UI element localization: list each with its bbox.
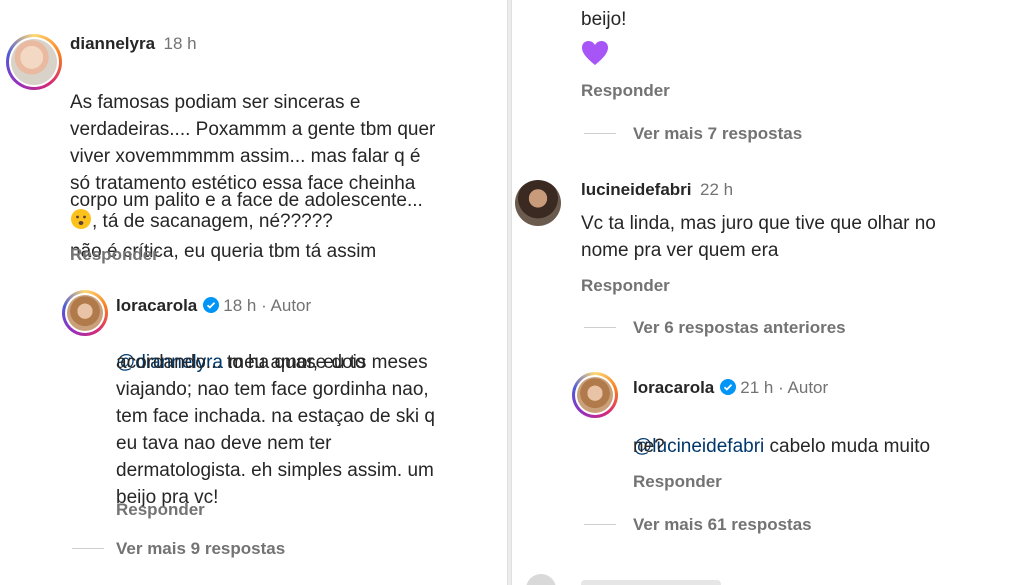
thread-divider: [584, 524, 616, 525]
avatar-lucineidefabri[interactable]: [515, 180, 561, 226]
purple-heart-emoji-icon: [581, 40, 609, 71]
username[interactable]: lucineidefabri: [581, 180, 692, 199]
view-more-replies-link[interactable]: Ver mais 9 respostas: [116, 539, 285, 559]
comment-header: diannelyra 18 h: [70, 34, 197, 54]
avatar-loracarola[interactable]: [572, 372, 618, 418]
reply-button[interactable]: Responder: [581, 276, 670, 296]
reply-button[interactable]: Responder: [581, 81, 670, 101]
right-comment-panel: beijo! Responder Ver mais 7 respostas lu…: [512, 0, 1024, 585]
reply-button[interactable]: Responder: [116, 500, 205, 520]
reply-button[interactable]: Responder: [70, 245, 159, 265]
timestamp: 21 h: [740, 378, 774, 397]
view-more-replies-link[interactable]: Ver mais 7 respostas: [633, 124, 802, 144]
verified-badge-icon: [203, 297, 220, 313]
username[interactable]: loracarola: [116, 296, 197, 315]
timestamp: 18 h: [223, 296, 257, 315]
comment-header: lucineidefabri 22 h: [581, 180, 733, 200]
username[interactable]: diannelyra: [70, 34, 155, 53]
thread-divider: [584, 133, 616, 134]
author-tag: Autor: [270, 296, 312, 315]
avatar-loracarola[interactable]: [62, 290, 108, 336]
username[interactable]: loracarola: [633, 378, 714, 397]
verified-badge-icon: [720, 379, 737, 395]
avatar-next-comment[interactable]: [526, 574, 556, 585]
reply-text-rest: ne?: [633, 436, 665, 457]
timestamp: 18 h: [163, 34, 197, 53]
separator-dot: ·: [773, 378, 788, 397]
reply-header: loracarola 21 h · Autor: [633, 378, 828, 398]
thread-divider: [72, 548, 104, 549]
view-more-replies-link[interactable]: Ver mais 61 respostas: [633, 515, 812, 535]
thread-divider: [584, 327, 616, 328]
reply-text-first: cabelo muda muito: [764, 436, 931, 457]
reply-text-rest: acordando... to ha quase dois meses viaj…: [116, 352, 435, 508]
left-comment-panel: diannelyra 18 h As famosas podiam ser si…: [0, 0, 507, 585]
view-previous-replies-link[interactable]: Ver 6 respostas anteriores: [633, 318, 846, 338]
author-tag: Autor: [787, 378, 829, 397]
cut-off-username-placeholder: [581, 580, 721, 585]
reply-header: loracarola 18 h · Autor: [116, 296, 311, 316]
timestamp: 22 h: [699, 180, 734, 199]
avatar-diannelyra[interactable]: [6, 34, 62, 90]
comment-text-tail: beijo!: [581, 9, 627, 30]
reply-button[interactable]: Responder: [633, 472, 722, 492]
reply-text: @lucineidefabri cabelo muda muito: [633, 406, 1013, 460]
comment-text: Vc ta linda, mas juro que tive que olhar…: [581, 213, 936, 261]
comment-text-part3: corpo um palito e a face de adolescente.…: [70, 190, 423, 211]
separator-dot: ·: [256, 296, 271, 315]
screenshot-composite: diannelyra 18 h As famosas podiam ser si…: [0, 0, 1024, 585]
